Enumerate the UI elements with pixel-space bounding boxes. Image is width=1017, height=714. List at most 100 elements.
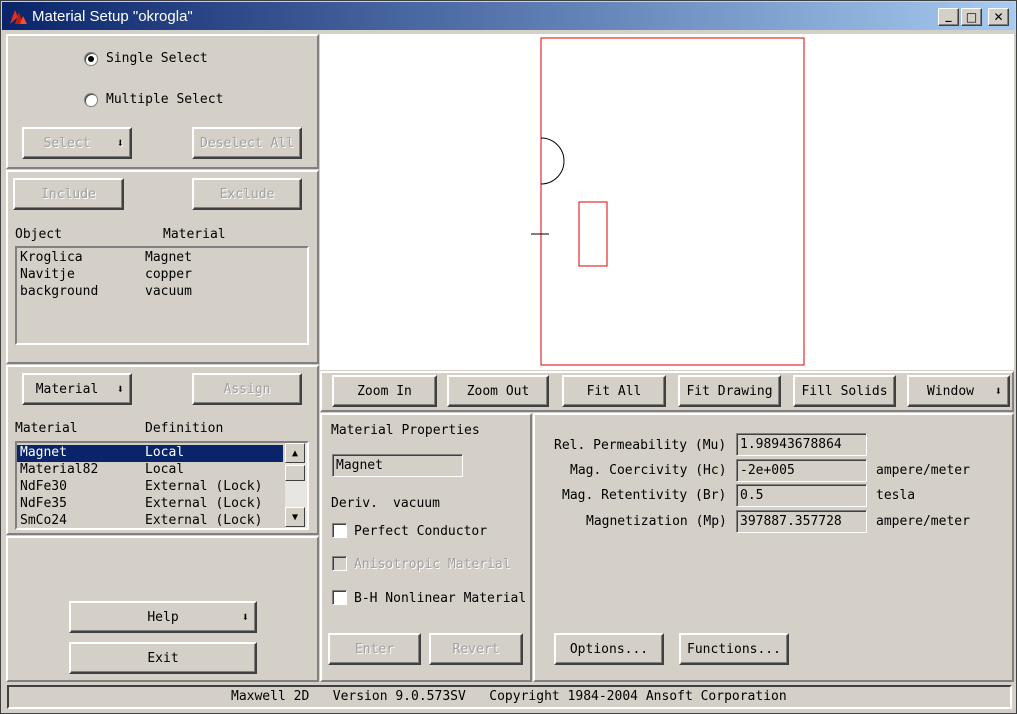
ansoft-logo-icon [8,7,28,25]
coercivity-field[interactable]: -2e+005 [736,459,867,482]
object-material: Magnet [145,250,192,265]
material-setup-window: Material Setup "okrogla" _ □ ✕ Single Se… [0,0,1017,714]
perfect-conductor-checkbox[interactable] [332,523,347,538]
material-definition: Local [145,445,185,460]
material-name: NdFe35 [20,496,67,511]
minimize-icon: _ [945,8,952,22]
magnetization-value: 397887.357728 [740,514,842,529]
material-definition: External (Lock) [145,496,263,511]
object-name: Navitje [20,267,75,282]
object-material: copper [145,267,192,282]
title-bar[interactable]: Material Setup "okrogla" _ □ ✕ [2,2,1015,30]
options-label: Options... [569,641,649,657]
single-select-radio[interactable] [84,52,98,66]
exclude-button[interactable]: Exclude [192,178,302,210]
fit-all-label: Fit All [586,383,642,399]
functions-label: Functions... [687,641,781,657]
perfect-conductor-label: Perfect Conductor [354,524,488,539]
materials-scrollbar[interactable]: ▲ ▼ [285,443,307,528]
help-button[interactable]: Help ⬇ [69,601,257,633]
dropdown-arrow-icon: ⬇ [116,382,124,396]
material-name-field[interactable]: Magnet [332,454,463,477]
list-item[interactable]: Navitje copper [17,267,305,284]
enter-button[interactable]: Enter [328,633,421,665]
multiple-select-radio[interactable] [84,93,98,107]
bh-nonlinear-checkbox[interactable] [332,590,347,605]
window-title: Material Setup "okrogla" [32,7,193,25]
window-label: Window [927,383,974,399]
scroll-thumb[interactable] [285,465,305,481]
revert-label: Revert [452,641,500,657]
exclude-label: Exclude [219,186,275,202]
materials-list[interactable]: Magnet Local Material82 Local NdFe30 Ext… [15,441,309,530]
object-material: vacuum [145,284,192,299]
magnetization-field[interactable]: 397887.357728 [736,510,867,533]
scroll-down-icon[interactable]: ▼ [285,507,305,527]
anisotropic-label: Anisotropic Material [354,557,511,572]
list-item[interactable]: Magnet Local [17,445,283,462]
list-item[interactable]: Kroglica Magnet [17,250,305,267]
material-name: NdFe30 [20,479,67,494]
revert-button[interactable]: Revert [429,633,523,665]
anisotropic-checkbox[interactable] [332,556,347,571]
material-name: SmCo24 [20,513,67,528]
magnetization-label: Magnetization (Mp) [586,514,727,529]
fill-solids-label: Fill Solids [801,383,888,399]
retentivity-label: Mag. Retentivity (Br) [562,488,727,503]
zoom-in-button[interactable]: Zoom In [332,375,437,407]
minimize-button[interactable]: _ [938,8,959,26]
list-item[interactable]: background vacuum [17,284,305,301]
objects-list[interactable]: Kroglica Magnet Navitje copper backgroun… [15,246,309,345]
list-item[interactable]: SmCo24 External (Lock) [17,513,283,530]
permeability-field[interactable]: 1.98943678864 [736,433,867,456]
list-item[interactable]: NdFe35 External (Lock) [17,496,283,513]
material-name: Material82 [20,462,99,477]
permeability-label: Rel. Permeability (Mu) [554,438,727,453]
fit-all-button[interactable]: Fit All [562,375,666,407]
functions-button[interactable]: Functions... [679,633,789,665]
window-dropdown-button[interactable]: Window ⬇ [907,375,1010,407]
retentivity-field[interactable]: 0.5 [736,484,867,507]
options-button[interactable]: Options... [554,633,664,665]
select-button-label: Select [43,135,91,151]
retentivity-value: 0.5 [740,488,764,503]
status-text: Maxwell 2D Version 9.0.573SV Copyright 1… [231,689,787,704]
material-name-value: Magnet [336,458,383,473]
deselect-all-label: Deselect All [200,135,294,151]
material-definition: Local [145,462,185,477]
deriv-value: vacuum [393,496,440,511]
material-button-label: Material [35,381,99,397]
drawing-canvas[interactable] [320,34,1014,370]
navitje-outline [578,201,608,267]
material-definition: External (Lock) [145,513,263,528]
list-item[interactable]: NdFe30 External (Lock) [17,479,283,496]
geometry-drawing [531,37,805,366]
maximize-icon: □ [965,10,978,24]
zoom-out-button[interactable]: Zoom Out [447,375,549,407]
assign-button[interactable]: Assign [192,373,302,405]
dropdown-arrow-icon: ⬇ [241,610,249,624]
zoom-out-label: Zoom Out [466,383,530,399]
dropdown-arrow-icon: ⬇ [116,136,124,150]
material-name: Magnet [20,445,67,460]
deselect-all-button[interactable]: Deselect All [192,127,302,159]
single-select-label: Single Select [106,51,208,66]
fill-solids-button[interactable]: Fill Solids [793,375,896,407]
material-dropdown-button[interactable]: Material ⬇ [22,373,132,405]
close-button[interactable]: ✕ [988,8,1009,26]
kroglica-outline [540,137,565,185]
bh-nonlinear-label: B-H Nonlinear Material [354,591,527,606]
fit-drawing-button[interactable]: Fit Drawing [678,375,781,407]
object-column-header: Object [15,227,62,242]
exit-button[interactable]: Exit [69,642,257,674]
scroll-up-icon[interactable]: ▲ [285,443,305,463]
list-item[interactable]: Material82 Local [17,462,283,479]
maximize-button[interactable]: □ [961,8,982,26]
include-button[interactable]: Include [13,178,124,210]
object-material-column-header: Material [163,227,226,242]
include-label: Include [41,186,96,202]
help-label: Help [147,609,179,625]
close-icon: ✕ [993,10,1004,24]
object-name: Kroglica [20,250,83,265]
select-button[interactable]: Select ⬇ [22,127,132,159]
